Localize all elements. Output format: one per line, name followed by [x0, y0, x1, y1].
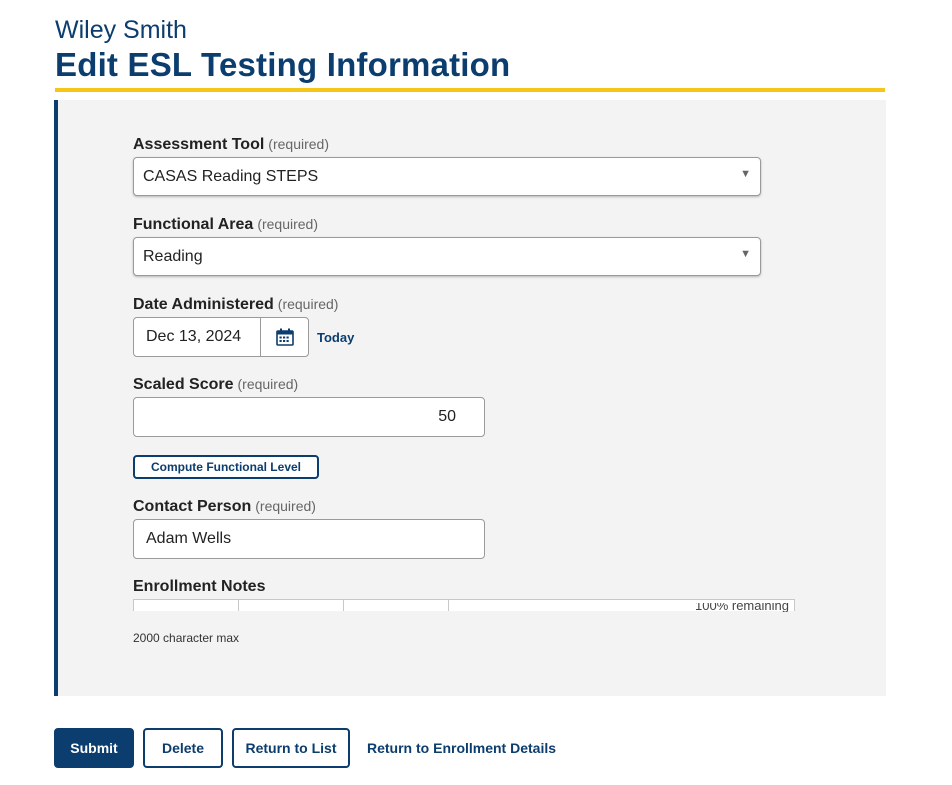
- characters-remaining: 100% remaining: [695, 603, 791, 612]
- scaled-score-label: Scaled Score (required): [133, 376, 298, 394]
- required-hint: (required): [277, 296, 339, 312]
- required-hint: (required): [268, 136, 329, 152]
- calendar-button[interactable]: [260, 318, 310, 356]
- title-divider: [55, 88, 885, 92]
- assessment-tool-value: CASAS Reading STEPS: [143, 168, 319, 185]
- character-max-hint: 2000 character max: [133, 631, 240, 645]
- characters-remaining-text: 100% remaining: [695, 603, 789, 612]
- required-hint: (required): [255, 498, 316, 514]
- chevron-down-icon: ▼: [740, 248, 751, 260]
- student-name: Wiley Smith: [55, 16, 187, 44]
- contact-person-label: Contact Person (required): [133, 498, 316, 516]
- assessment-tool-label: Assessment Tool (required): [133, 136, 329, 154]
- compute-functional-level-button[interactable]: Compute Functional Level: [133, 455, 319, 479]
- delete-button[interactable]: Delete: [143, 728, 223, 768]
- date-administered-label: Date Administered (required): [133, 296, 338, 314]
- required-hint: (required): [237, 376, 299, 392]
- contact-person-label-text: Contact Person: [133, 498, 252, 515]
- return-to-enrollment-details-link[interactable]: Return to Enrollment Details: [367, 740, 556, 756]
- assessment-tool-select[interactable]: CASAS Reading STEPS ▼: [133, 157, 761, 196]
- chevron-down-icon: ▼: [740, 168, 751, 180]
- today-link[interactable]: Today: [317, 330, 354, 345]
- scaled-score-input[interactable]: 50: [133, 397, 485, 437]
- scaled-score-label-text: Scaled Score: [133, 376, 234, 393]
- editor-toolbar-divider: [448, 600, 449, 611]
- submit-button[interactable]: Submit: [54, 728, 134, 768]
- return-to-list-button[interactable]: Return to List: [232, 728, 350, 768]
- page-title: Edit ESL Testing Information: [55, 46, 511, 83]
- date-administered-label-text: Date Administered: [133, 296, 274, 313]
- required-hint: (required): [257, 216, 319, 232]
- date-administered-value: Dec 13, 2024: [146, 328, 242, 345]
- enrollment-notes-label: Enrollment Notes: [133, 578, 266, 595]
- calendar-icon: [276, 328, 294, 346]
- contact-person-value: Adam Wells: [146, 530, 232, 547]
- date-administered-field[interactable]: Dec 13, 2024: [133, 317, 309, 357]
- editor-toolbar-divider: [238, 600, 239, 611]
- scaled-score-value: 50: [438, 408, 456, 425]
- assessment-tool-label-text: Assessment Tool: [133, 136, 265, 153]
- functional-area-value: Reading: [143, 248, 203, 265]
- contact-person-input[interactable]: Adam Wells: [133, 519, 485, 559]
- editor-toolbar-divider: [343, 600, 344, 611]
- functional-area-label: Functional Area (required): [133, 216, 318, 234]
- functional-area-select[interactable]: Reading ▼: [133, 237, 761, 276]
- functional-area-label-text: Functional Area: [133, 216, 254, 233]
